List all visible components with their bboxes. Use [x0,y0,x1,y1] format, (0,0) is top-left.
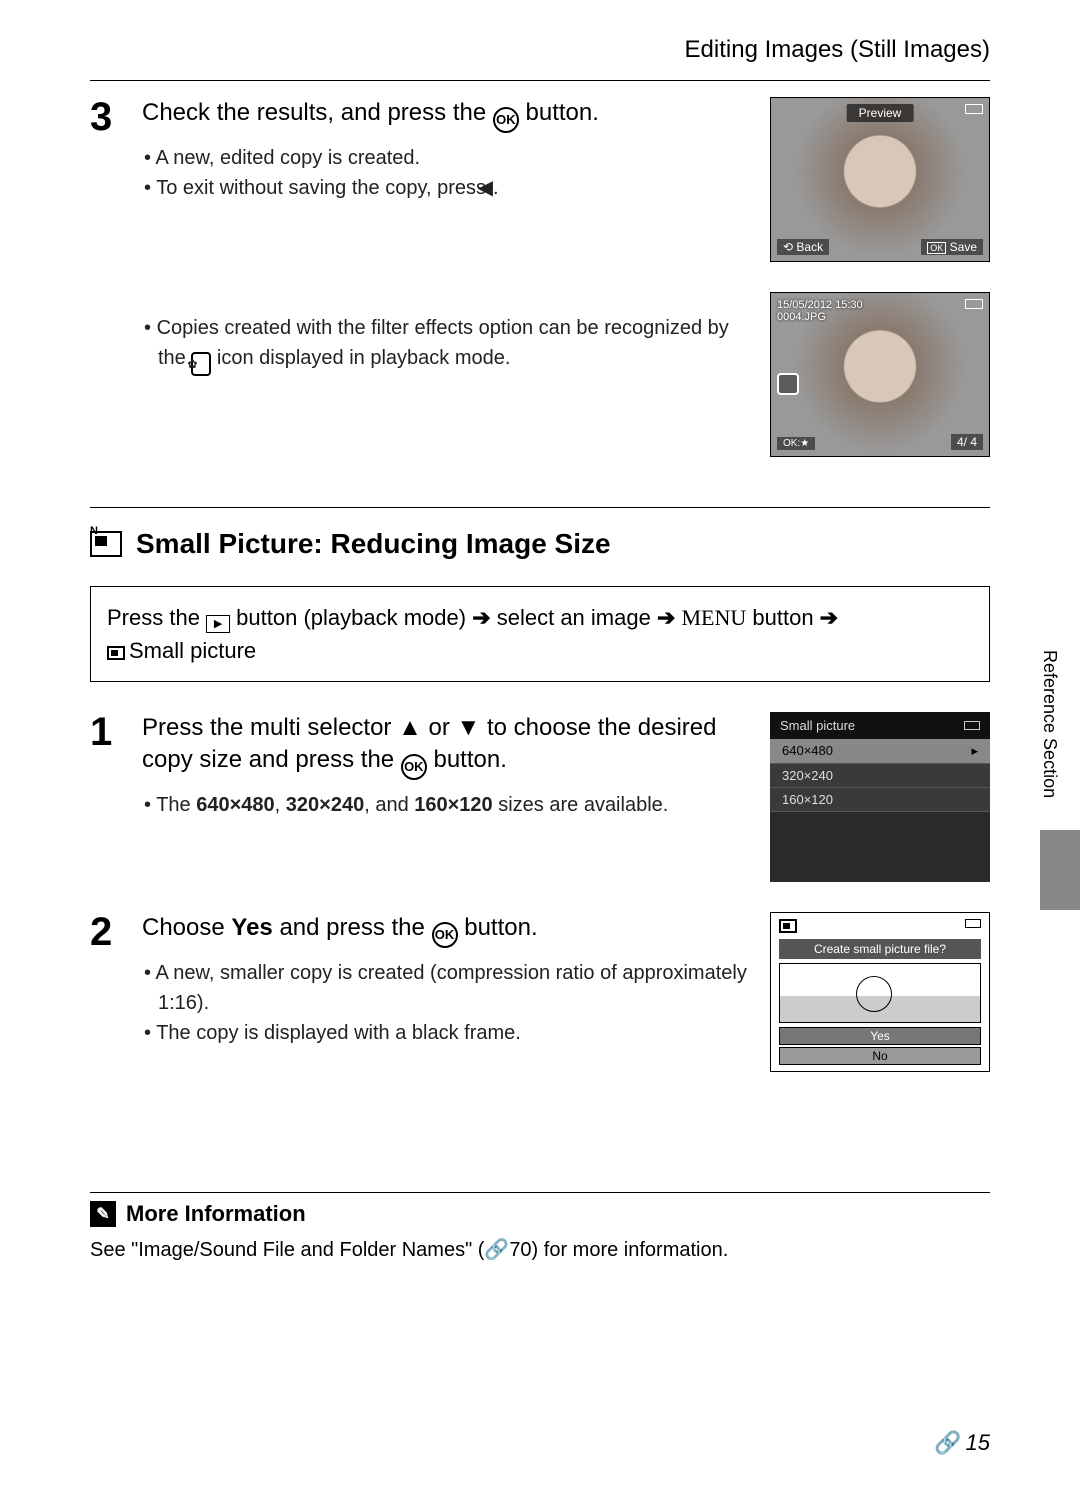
menu-row-3: 160×120 [770,788,990,812]
ok-icon: OK [432,922,458,948]
size-menu-screenshot: Small picture 640×480▸ 320×240 160×120 [770,712,990,882]
menu-row-2: 320×240 [770,764,990,788]
step-2-number: 2 [90,912,124,1048]
small-picture-icon [107,646,125,660]
ok-icon: OK [401,754,427,780]
small-picture-icon [779,919,797,933]
back-label: ⟲ Back [777,239,829,255]
down-triangle-icon: ▼ [457,714,481,741]
up-triangle-icon: ▲ [398,714,422,741]
step-3-bullet-1: A new, edited copy is created. [148,143,750,173]
navigation-path-box: Press the ▶ button (playback mode) ➔ sel… [90,586,990,682]
timestamp-label: 15/05/2012 15:30 0004.JPG [777,299,863,323]
filter-icon: ✿ [191,352,211,376]
step-3-number: 3 [90,97,124,376]
ok-star-label: OK:★ [777,437,815,450]
playback-icon: ▶ [206,615,230,633]
side-tab [1040,830,1080,910]
save-label: OK Save [921,239,983,255]
menu-row-1: 640×480▸ [770,739,990,764]
step-2-bullet-2: The copy is displayed with a black frame… [148,1018,750,1048]
step-2-title: Choose Yes and press the OK button. [142,912,750,948]
filter-badge-icon [777,373,799,395]
side-section-label: Reference Section [1039,650,1060,798]
step-1-bullet-1: The 640×480, 320×240, and 160×120 sizes … [148,790,750,820]
more-info-text: See "Image/Sound File and Folder Names" … [90,1237,990,1262]
step-1-number: 1 [90,712,124,820]
menu-label: MENU [682,605,747,630]
counter-label: 4/ 4 [951,434,983,450]
battery-icon [965,919,981,928]
preview-label: Preview [847,104,914,122]
page-number: 🔗15 [934,1430,990,1456]
pencil-icon: ✎ [90,1201,116,1227]
dialog-no-button: No [779,1047,981,1065]
reference-icon: 🔗 [934,1430,961,1456]
confirm-dialog-screenshot: Create small picture file? Yes No [770,912,990,1072]
step-1-title: Press the multi selector ▲ or ▼ to choos… [142,712,750,780]
preview-screenshot-1: Preview ⟲ Back OK Save [770,97,990,262]
section-heading: N Small Picture: Reducing Image Size [90,508,990,586]
dialog-yes-button: Yes [779,1027,981,1045]
battery-icon [965,299,983,309]
reference-icon: 🔗 [484,1237,509,1262]
step-3-title: Check the results, and press the OK butt… [142,97,750,133]
menu-title: Small picture [780,718,855,733]
dialog-image-preview [779,963,981,1023]
small-picture-icon: N [90,531,122,557]
more-info-heading: ✎ More Information [90,1201,990,1227]
page-header: Editing Images (Still Images) [90,0,990,81]
battery-icon [964,721,980,730]
step-2-bullet-1: A new, smaller copy is created (compress… [148,958,750,1018]
preview-screenshot-2: 15/05/2012 15:30 0004.JPG OK:★ 4/ 4 [770,292,990,457]
battery-icon [965,104,983,114]
ok-icon: OK [493,107,519,133]
step-3-bullet-3: Copies created with the filter effects o… [148,313,750,376]
step-3-bullet-2: To exit without saving the copy, press ◀… [148,173,750,203]
dialog-question: Create small picture file? [779,939,981,959]
